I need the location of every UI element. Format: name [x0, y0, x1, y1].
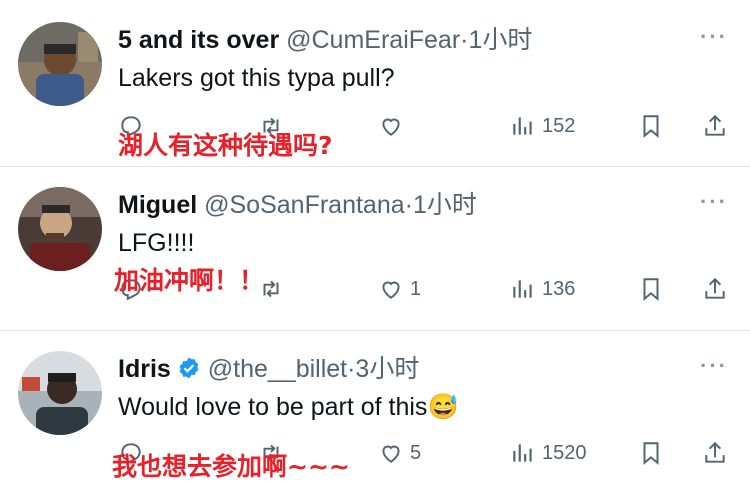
- views-chart-icon: [513, 117, 532, 135]
- bookmark-button[interactable]: [638, 106, 664, 146]
- share-button[interactable]: [702, 106, 728, 146]
- heart-icon: [382, 281, 400, 299]
- display-name[interactable]: Idris: [118, 355, 171, 383]
- share-icon: [705, 114, 725, 136]
- chinese-caption: 我也想去参加啊~~~: [112, 452, 350, 481]
- like-button[interactable]: 5: [378, 433, 421, 473]
- tweet-3[interactable]: Idris @the__billet·3小时 ··· Would love to…: [0, 331, 750, 495]
- views-chart-icon: [513, 444, 532, 462]
- bookmark-button[interactable]: [638, 269, 664, 309]
- verified-badge-icon: [179, 357, 199, 379]
- bookmark-icon: [643, 442, 659, 465]
- bookmark-icon: [643, 115, 659, 138]
- like-count: 5: [410, 441, 422, 464]
- share-button[interactable]: [702, 433, 728, 473]
- like-button[interactable]: 1: [378, 269, 421, 309]
- avatar-image-icon: [18, 187, 102, 271]
- views-count: 152: [542, 114, 576, 137]
- tweet-text: Lakers got this typa pull?: [118, 64, 395, 92]
- views-count: 136: [542, 277, 576, 300]
- views-count: 1520: [542, 441, 587, 464]
- avatar[interactable]: [18, 22, 102, 106]
- share-icon: [705, 441, 725, 463]
- tweet-header: 5 and its over @CumEraiFear·1小时: [118, 20, 532, 56]
- display-name[interactable]: 5 and its over: [118, 26, 279, 54]
- tweet-text: Would love to be part of this😅: [118, 393, 459, 422]
- like-count: 1: [410, 277, 422, 300]
- heart-icon: [382, 445, 400, 463]
- more-options-icon[interactable]: ···: [700, 189, 728, 215]
- avatar[interactable]: [18, 351, 102, 435]
- heart-icon: [382, 118, 400, 136]
- timestamp[interactable]: ·1小时: [405, 191, 477, 219]
- tweet-text: LFG!!!!: [118, 229, 195, 257]
- views-button[interactable]: 136: [510, 269, 575, 309]
- views-button[interactable]: 152: [510, 106, 575, 146]
- user-handle[interactable]: @SoSanFrantana: [204, 191, 405, 219]
- user-handle[interactable]: @CumEraiFear: [286, 26, 460, 54]
- share-icon: [705, 277, 725, 299]
- like-button[interactable]: [378, 106, 410, 146]
- bookmark-button[interactable]: [638, 433, 664, 473]
- avatar-image-icon: [18, 22, 102, 106]
- chinese-caption: 湖人有这种待遇吗?: [118, 131, 333, 160]
- timestamp[interactable]: ·1小时: [460, 26, 532, 54]
- views-chart-icon: [513, 280, 532, 298]
- sweat-smile-emoji: 😅: [427, 393, 459, 421]
- share-button[interactable]: [702, 269, 728, 309]
- tweet-header: Miguel @SoSanFrantana·1小时: [118, 185, 477, 221]
- tweet-text-content: Would love to be part of this: [118, 393, 428, 421]
- tweet-1[interactable]: 5 and its over @CumEraiFear·1小时 ··· Lake…: [0, 0, 750, 166]
- tweet-2[interactable]: Miguel @SoSanFrantana·1小时 ··· LFG!!!! 1 …: [0, 167, 750, 329]
- tweet-header: Idris @the__billet·3小时: [118, 349, 419, 385]
- chinese-caption: 加油冲啊！！: [114, 266, 265, 295]
- more-options-icon[interactable]: ···: [700, 353, 728, 379]
- avatar[interactable]: [18, 187, 102, 271]
- user-handle[interactable]: @the__billet: [208, 355, 347, 383]
- views-button[interactable]: 1520: [510, 433, 587, 473]
- avatar-image-icon: [18, 351, 102, 435]
- timestamp[interactable]: ·3小时: [347, 355, 419, 383]
- bookmark-icon: [643, 278, 659, 301]
- more-options-icon[interactable]: ···: [700, 24, 728, 50]
- display-name[interactable]: Miguel: [118, 191, 197, 219]
